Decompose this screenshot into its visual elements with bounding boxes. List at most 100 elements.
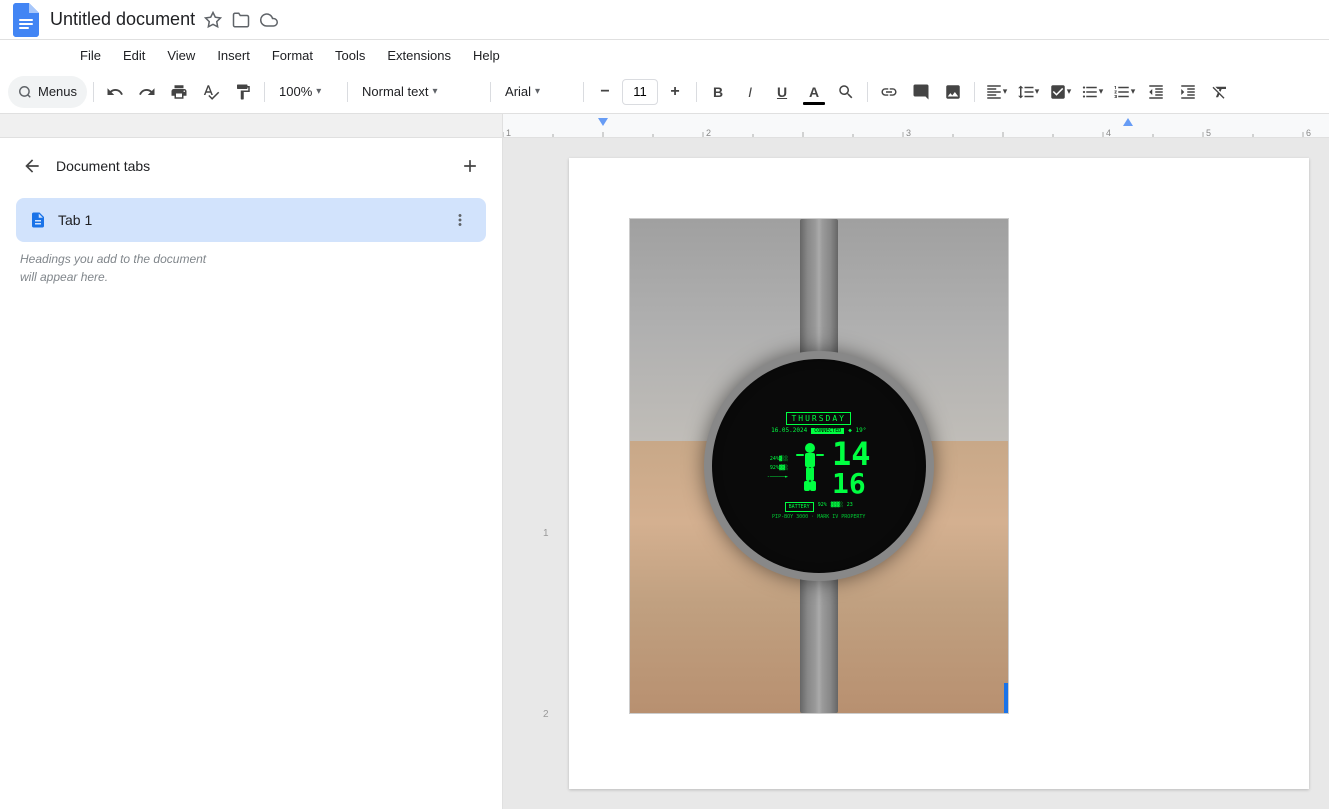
menu-extensions[interactable]: Extensions <box>377 44 461 67</box>
clear-format-icon <box>1211 83 1229 101</box>
text-color-button[interactable]: A <box>799 77 829 107</box>
star-icon <box>204 11 222 29</box>
bullet-list-button[interactable]: ▾ <box>1077 77 1107 107</box>
menu-edit[interactable]: Edit <box>113 44 155 67</box>
align-chevron-icon: ▾ <box>1003 86 1008 97</box>
highlight-button[interactable] <box>831 77 861 107</box>
linespace-chevron-icon: ▾ <box>1035 86 1040 97</box>
watch-time: 14 16 <box>832 438 871 498</box>
numbered-chevron-icon: ▾ <box>1131 86 1136 97</box>
ruler-sidebar-space <box>0 114 503 137</box>
increase-indent-icon <box>1179 83 1197 101</box>
separator-8 <box>974 82 975 102</box>
watch-face: THURSDAY 16.05.2024 CONNECTED ◆ 19° 24%▓… <box>704 351 934 581</box>
ruler: 1 2 3 4 5 6 <box>0 114 1329 138</box>
redo-icon <box>138 83 156 101</box>
zoom-dropdown[interactable]: 100% ▾ <box>271 77 341 107</box>
bold-button[interactable]: B <box>703 77 733 107</box>
separator-5 <box>583 82 584 102</box>
document-page: THURSDAY 16.05.2024 CONNECTED ◆ 19° 24%▓… <box>569 158 1309 789</box>
underline-button[interactable]: U <box>767 77 797 107</box>
numbered-list-button[interactable]: ▾ <box>1109 77 1139 107</box>
separator-1 <box>93 82 94 102</box>
print-icon <box>170 83 188 101</box>
font-size-input[interactable] <box>622 79 658 105</box>
image-container[interactable]: THURSDAY 16.05.2024 CONNECTED ◆ 19° 24%▓… <box>629 218 1249 714</box>
tab-1-more-button[interactable] <box>446 206 474 234</box>
checklist-chevron-icon: ▾ <box>1067 86 1072 97</box>
decrease-font-icon: − <box>600 83 609 101</box>
title-bar: Untitled document <box>0 0 1329 40</box>
watch-image[interactable]: THURSDAY 16.05.2024 CONNECTED ◆ 19° 24%▓… <box>629 218 1009 714</box>
align-button[interactable]: ▾ <box>981 77 1011 107</box>
checklist-button[interactable]: ▾ <box>1045 77 1075 107</box>
decrease-indent-button[interactable] <box>1141 77 1171 107</box>
watch-minute: 16 <box>832 470 871 498</box>
title-bar-center: Untitled document <box>50 8 1317 32</box>
move-to-folder-button[interactable] <box>229 8 253 32</box>
separator-6 <box>696 82 697 102</box>
zoom-chevron-icon: ▾ <box>316 86 321 97</box>
decrease-font-button[interactable]: − <box>590 77 620 107</box>
italic-button[interactable]: I <box>735 77 765 107</box>
line-spacing-icon <box>1017 83 1035 101</box>
line-spacing-button[interactable]: ▾ <box>1013 77 1043 107</box>
print-button[interactable] <box>164 77 194 107</box>
menu-file[interactable]: File <box>70 44 111 67</box>
checklist-icon <box>1049 83 1067 101</box>
link-button[interactable] <box>874 77 904 107</box>
watch-stats: 24%▓░░ 92%▓▓░ -─────► <box>767 455 788 482</box>
paint-format-button[interactable] <box>228 77 258 107</box>
sidebar-header: Document tabs <box>16 150 486 182</box>
image-selection-handle[interactable] <box>1004 683 1008 713</box>
cloud-save-button[interactable] <box>257 8 281 32</box>
increase-font-icon: + <box>670 83 679 101</box>
bullet-list-icon <box>1081 83 1099 101</box>
menus-button[interactable]: Menus <box>8 76 87 108</box>
menus-label: Menus <box>38 84 77 99</box>
redo-button[interactable] <box>132 77 162 107</box>
menu-view[interactable]: View <box>157 44 205 67</box>
main-layout: Document tabs Tab 1 Headings you a <box>0 138 1329 809</box>
clear-format-button[interactable] <box>1205 77 1235 107</box>
document-tabs-sidebar: Document tabs Tab 1 Headings you a <box>0 138 503 809</box>
menu-help[interactable]: Help <box>463 44 510 67</box>
star-button[interactable] <box>201 8 225 32</box>
add-tab-button[interactable] <box>454 150 486 182</box>
watch-crown <box>928 456 934 476</box>
font-dropdown[interactable]: Arial ▾ <box>497 77 577 107</box>
undo-button[interactable] <box>100 77 130 107</box>
doc-title[interactable]: Untitled document <box>50 9 195 30</box>
watch-day: THURSDAY <box>786 412 851 425</box>
tab-1-item[interactable]: Tab 1 <box>16 198 486 242</box>
sidebar-headings-hint: Headings you add to the documentwill app… <box>16 250 486 286</box>
cloud-icon <box>260 11 278 29</box>
text-color-label: A <box>809 84 819 100</box>
comment-button[interactable] <box>906 77 936 107</box>
increase-indent-button[interactable] <box>1173 77 1203 107</box>
document-lines-icon <box>29 211 47 229</box>
menu-tools[interactable]: Tools <box>325 44 375 67</box>
docs-logo-icon <box>12 3 40 37</box>
numbered-list-icon <box>1113 83 1131 101</box>
svg-text:4: 4 <box>1106 128 1111 137</box>
align-icon <box>985 83 1003 101</box>
more-vertical-icon <box>451 211 469 229</box>
title-icons <box>201 8 281 32</box>
style-dropdown[interactable]: Normal text ▾ <box>354 77 484 107</box>
sidebar-back-button[interactable] <box>16 150 48 182</box>
spellcheck-icon <box>202 83 220 101</box>
spellcheck-button[interactable] <box>196 77 226 107</box>
svg-text:1: 1 <box>506 128 511 137</box>
decrease-indent-icon <box>1147 83 1165 101</box>
sidebar-title: Document tabs <box>56 158 454 174</box>
menu-insert[interactable]: Insert <box>207 44 260 67</box>
svg-text:2: 2 <box>706 128 711 137</box>
increase-font-button[interactable]: + <box>660 77 690 107</box>
document-area[interactable]: 1 2 3 4 5 <box>503 138 1329 809</box>
image-button[interactable] <box>938 77 968 107</box>
separator-3 <box>347 82 348 102</box>
watch-face-content: THURSDAY 16.05.2024 CONNECTED ◆ 19° 24%▓… <box>712 359 926 573</box>
comment-icon <box>912 83 930 101</box>
menu-format[interactable]: Format <box>262 44 323 67</box>
